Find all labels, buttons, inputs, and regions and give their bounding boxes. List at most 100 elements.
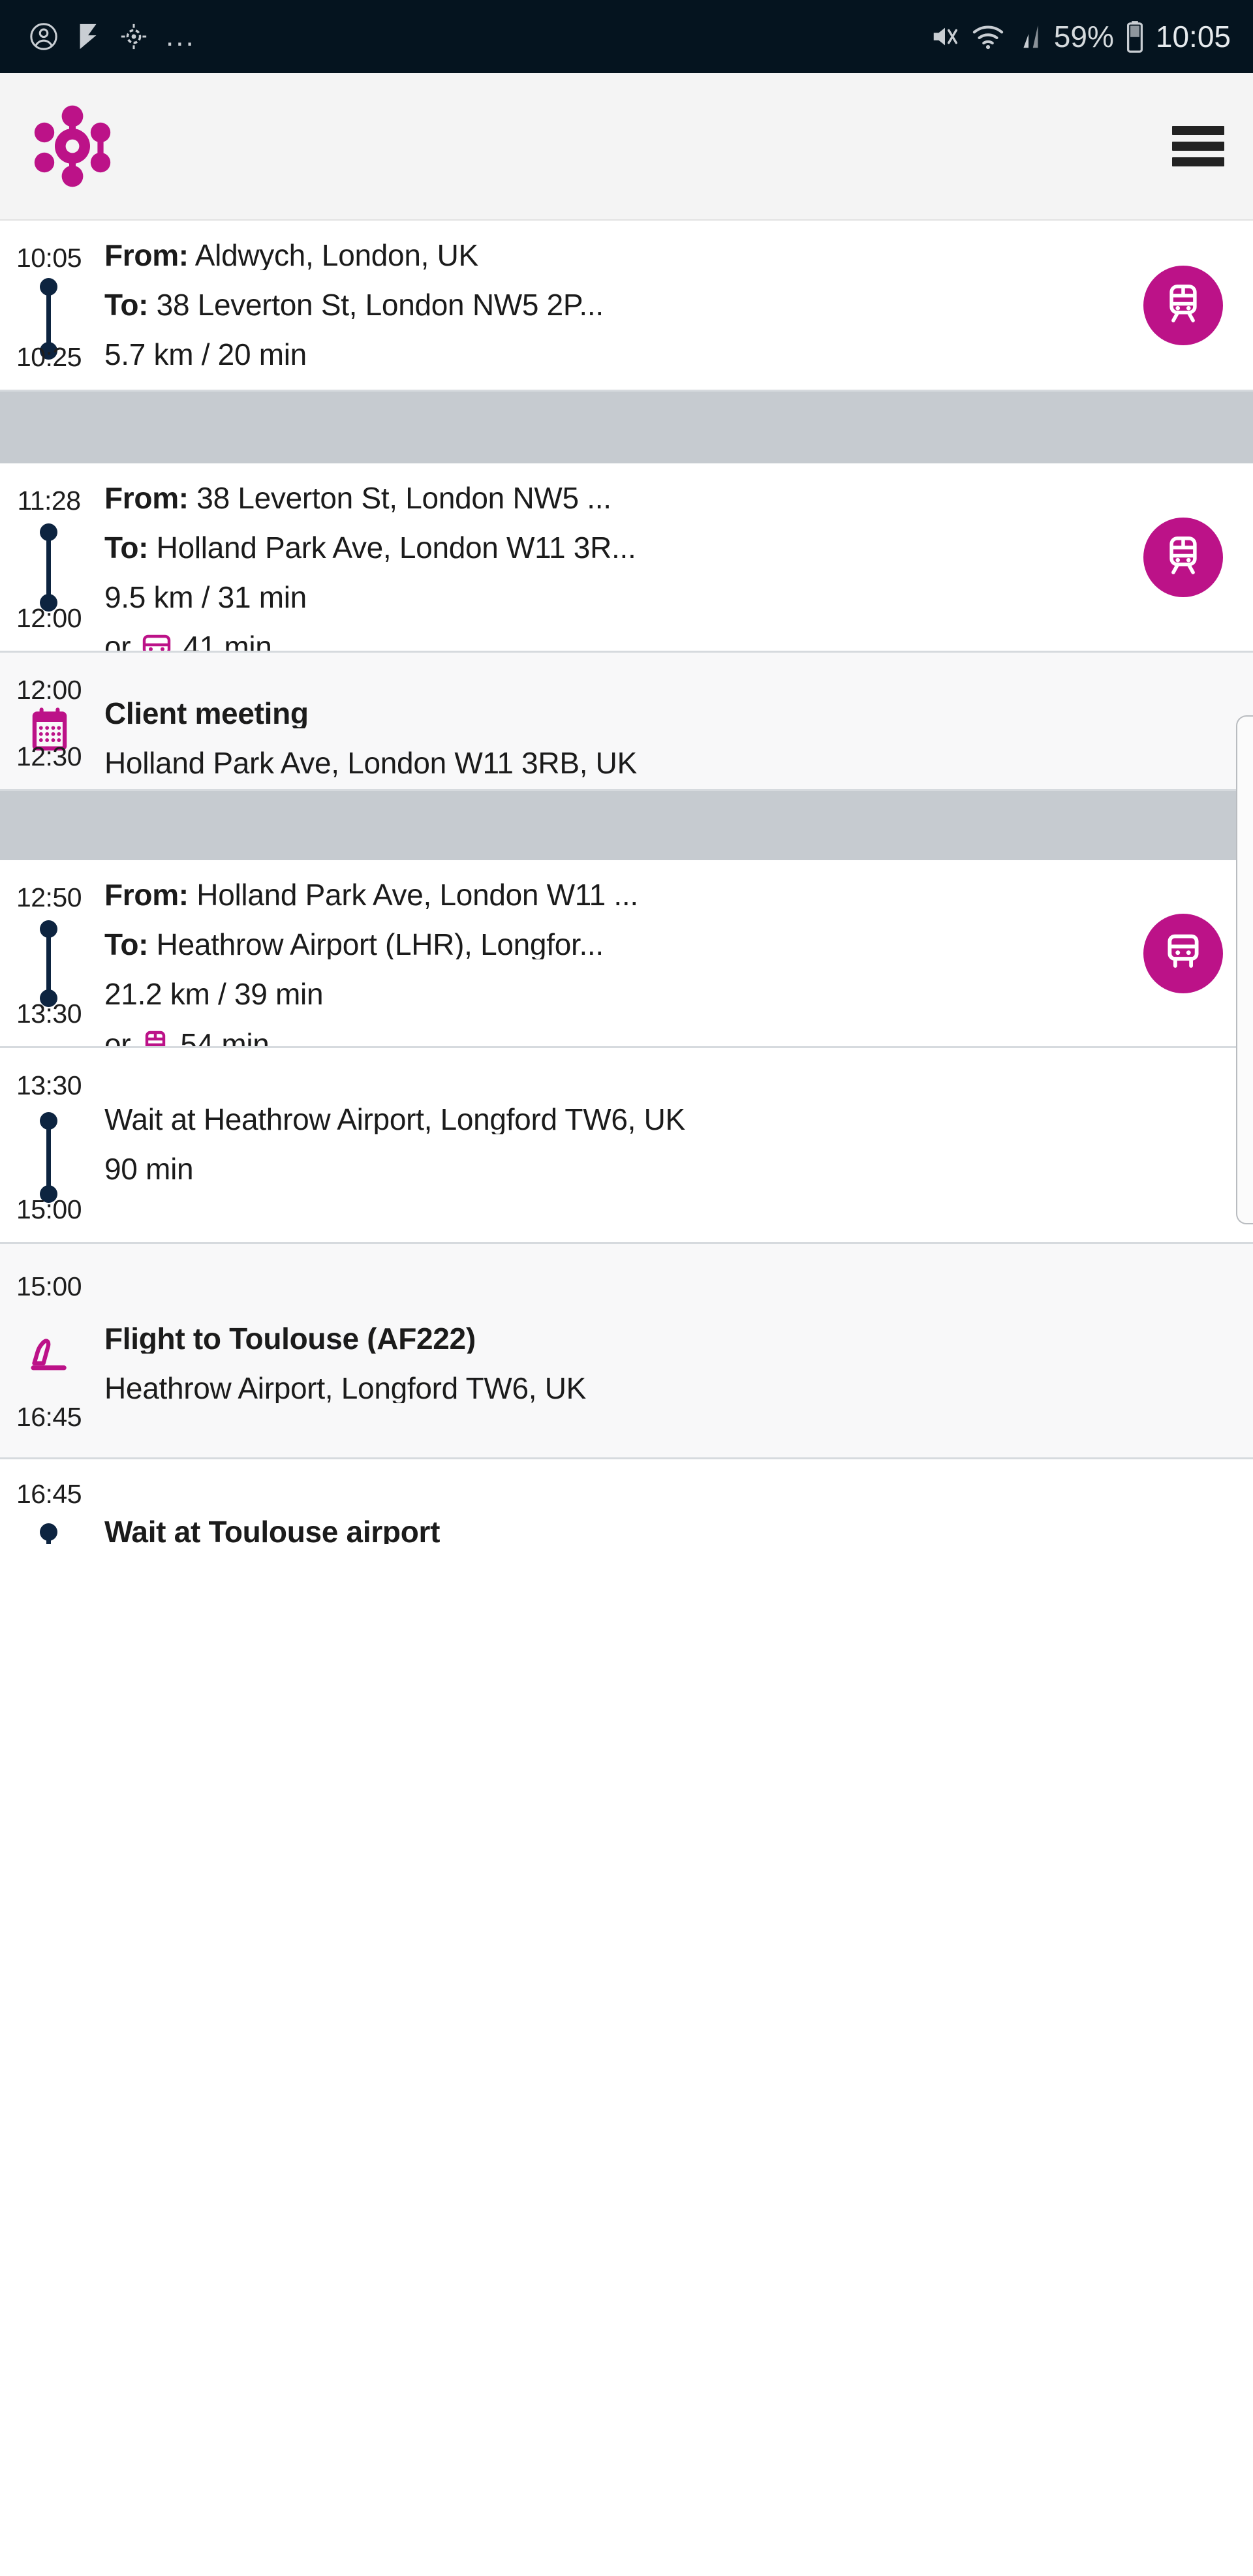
card-end-time: 12:00 [0, 603, 98, 634]
status-bar-right-icons: 59% 10:05 [930, 19, 1231, 54]
car-icon [140, 632, 174, 653]
timeline-line [46, 928, 51, 997]
play-triangle-icon [76, 22, 102, 52]
travel-distance-duration: 5.7 km / 20 min [104, 339, 1233, 369]
itinerary-card-event[interactable]: 15:00 16:45 Flight to Toulouse (AF222) H… [0, 1244, 1253, 1459]
travel-mode-badge[interactable] [1143, 914, 1223, 993]
from-value: 38 Leverton St, London NW5 ... [189, 483, 611, 513]
alt-prefix-label: or [104, 632, 131, 653]
battery-icon [1126, 20, 1144, 53]
account-circle-icon [29, 22, 59, 52]
wait-duration: 90 min [104, 1154, 1233, 1184]
card-end-time: 10:25 [0, 342, 98, 373]
app-header [0, 73, 1253, 221]
airplane-takeoff-icon [21, 1334, 78, 1374]
card-time-gutter: 15:00 16:45 [0, 1244, 98, 1457]
vertical-scrollbar-thumb[interactable] [1236, 715, 1253, 1224]
travel-alternative-line: or 38 min [104, 389, 1233, 392]
card-content: From: Aldwych, London, UK To: 38 Leverto… [98, 221, 1253, 390]
itinerary-card-event[interactable]: 12:00 12:30 Client meeting Holland Park … [0, 653, 1253, 791]
card-start-time: 10:05 [0, 243, 98, 273]
card-start-time: 12:50 [0, 882, 98, 913]
to-prefix: To: [104, 533, 148, 563]
event-location: Heathrow Airport, Longford TW6, UK [104, 1373, 1233, 1403]
from-prefix: From: [104, 880, 189, 910]
itinerary-card-travel[interactable]: 12:50 13:30 From: Holland Park Ave, Lond… [0, 860, 1253, 1048]
to-value: 38 Leverton St, London NW5 2P... [148, 290, 604, 320]
travel-alternative-line: or 41 min [104, 632, 1233, 653]
from-prefix: From: [104, 483, 189, 513]
card-end-time: 15:00 [0, 1194, 98, 1225]
card-end-time: 16:45 [0, 1402, 98, 1433]
train-icon [1162, 282, 1205, 328]
itinerary-card-travel[interactable]: 10:05 10:25 From: Aldwych, London, UK To… [0, 221, 1253, 392]
train-icon [1162, 534, 1205, 580]
card-time-gutter: 12:00 12:30 [0, 653, 98, 789]
settings-gear-icon [119, 22, 149, 52]
card-content: Flight to Toulouse (AF222) Heathrow Airp… [98, 1244, 1253, 1457]
to-value: Heathrow Airport (LHR), Longfor... [148, 929, 604, 959]
card-start-time: 11:28 [0, 486, 98, 516]
mute-icon [930, 22, 960, 52]
timeline-line [46, 1120, 51, 1193]
itinerary-card-wait[interactable]: 16:45 Wait at Toulouse airport [0, 1459, 1253, 1544]
travel-alternative-line: or 54 min [104, 1029, 1233, 1048]
status-bar-left-icons: ... [29, 22, 196, 52]
card-content: Wait at Heathrow Airport, Longford TW6, … [98, 1048, 1253, 1242]
wifi-icon [972, 22, 1004, 52]
card-time-gutter: 10:05 10:25 [0, 221, 98, 390]
alt-duration-label: 38 min [183, 389, 271, 392]
from-value: Aldwych, London, UK [189, 240, 478, 270]
event-title: Flight to Toulouse (AF222) [104, 1324, 1233, 1354]
card-end-time: 13:30 [0, 999, 98, 1029]
travel-mode-badge[interactable] [1143, 518, 1223, 597]
timeline-line [46, 531, 51, 602]
card-time-gutter: 11:28 12:00 [0, 463, 98, 651]
car-icon [1162, 930, 1205, 976]
itinerary-card-wait[interactable]: 13:30 15:00 Wait at Heathrow Airport, Lo… [0, 1048, 1253, 1244]
card-time-gutter: 16:45 [0, 1459, 98, 1544]
hamburger-bar-2 [1172, 142, 1224, 151]
from-prefix: From: [104, 240, 189, 270]
card-start-time: 16:45 [0, 1479, 98, 1510]
from-value: Holland Park Ave, London W11 ... [189, 880, 638, 910]
hamburger-bar-3 [1172, 157, 1224, 166]
travel-to-line: To: Holland Park Ave, London W11 3R... [104, 533, 1233, 563]
card-start-time: 12:00 [0, 675, 98, 706]
timeline-line [46, 1531, 51, 1544]
status-clock: 10:05 [1156, 19, 1231, 54]
travel-from-line: From: 38 Leverton St, London NW5 ... [104, 483, 1233, 513]
hamburger-menu[interactable] [1172, 126, 1224, 166]
card-start-time: 15:00 [0, 1271, 98, 1302]
card-time-gutter: 12:50 13:30 [0, 860, 98, 1046]
hamburger-bar-1 [1172, 126, 1224, 135]
card-content: Wait at Toulouse airport [98, 1459, 1253, 1544]
event-location: Holland Park Ave, London W11 3RB, UK [104, 748, 1233, 778]
car-icon [140, 390, 174, 392]
travel-mode-badge[interactable] [1143, 266, 1223, 345]
battery-percent-label: 59% [1054, 19, 1114, 54]
itinerary-list[interactable]: 10:05 10:25 From: Aldwych, London, UK To… [0, 221, 1253, 1544]
alt-prefix-label: or [104, 1029, 131, 1048]
status-bar: ... 59% 10:05 [0, 0, 1253, 73]
timeline-line [46, 286, 51, 350]
itinerary-card-travel[interactable]: 11:28 12:00 From: 38 Leverton St, London… [0, 463, 1253, 653]
card-content: From: Holland Park Ave, London W11 ... T… [98, 860, 1253, 1046]
event-title: Client meeting [104, 698, 1233, 728]
card-start-time: 13:30 [0, 1070, 98, 1101]
card-time-gutter: 13:30 15:00 [0, 1048, 98, 1242]
to-prefix: To: [104, 290, 148, 320]
card-content: From: 38 Leverton St, London NW5 ... To:… [98, 463, 1253, 651]
wait-title: Wait at Toulouse airport [104, 1517, 1233, 1544]
train-icon [140, 1029, 171, 1048]
alt-duration-label: 41 min [183, 632, 271, 653]
wait-title: Wait at Heathrow Airport, Longford TW6, … [104, 1104, 1233, 1134]
alt-duration-label: 54 min [180, 1029, 269, 1048]
travel-distance-duration: 9.5 km / 31 min [104, 582, 1233, 612]
travel-to-line: To: 38 Leverton St, London NW5 2P... [104, 290, 1233, 320]
alt-prefix-label: or [104, 389, 131, 392]
itinerary-gap-band [0, 392, 1253, 463]
travel-distance-duration: 21.2 km / 39 min [104, 979, 1233, 1009]
travel-from-line: From: Holland Park Ave, London W11 ... [104, 880, 1233, 910]
card-content: Client meeting Holland Park Ave, London … [98, 653, 1253, 789]
